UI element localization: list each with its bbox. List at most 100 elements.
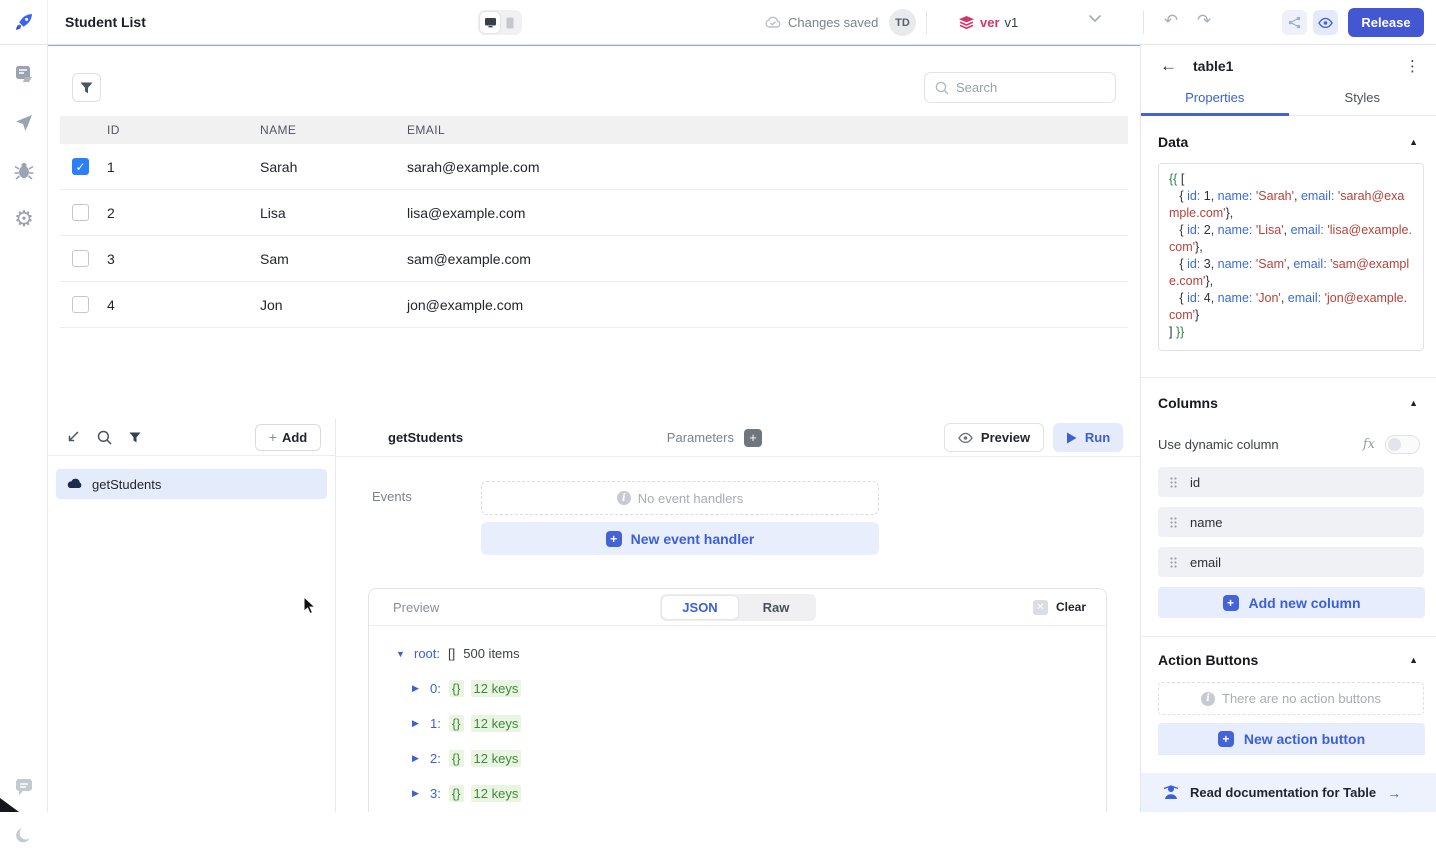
undo-icon[interactable]: ↶	[1156, 6, 1186, 36]
table-search[interactable]	[924, 72, 1116, 103]
filter-queries-icon[interactable]	[129, 432, 141, 443]
json-count: 12 keys	[471, 715, 522, 732]
gear-icon[interactable]: ⚙	[0, 202, 48, 236]
cursor-tool-icon[interactable]	[0, 106, 48, 140]
json-tree-item[interactable]: ▶1:{}12 keys	[412, 713, 1106, 734]
table-row[interactable]: ✓1Sarahsarah@example.com	[60, 144, 1128, 190]
add-parameter-button[interactable]: +	[744, 429, 762, 447]
arrow-right-icon: →	[1387, 785, 1401, 801]
json-count: 500 items	[463, 646, 519, 661]
preview-query-button[interactable]: Preview	[944, 423, 1044, 452]
collapse-caret-icon[interactable]: ▲	[1409, 398, 1418, 408]
person-docs-icon	[1163, 785, 1179, 800]
row-checkbox[interactable]	[72, 296, 89, 313]
action-buttons-section-header: Action Buttons ▲	[1141, 652, 1436, 668]
tab-properties[interactable]: Properties	[1141, 87, 1289, 115]
add-query-button[interactable]: + Add	[255, 424, 321, 451]
dynamic-column-toggle[interactable]	[1385, 435, 1420, 454]
query-list-panel: + Add getStudents	[48, 419, 336, 812]
json-count: 12 keys	[471, 750, 522, 767]
tab-raw[interactable]: Raw	[738, 596, 814, 619]
preview-app-button[interactable]	[1313, 10, 1338, 35]
caret-down-icon[interactable]: ▼	[396, 649, 406, 659]
data-section-title: Data	[1158, 134, 1188, 150]
redo-icon[interactable]: ↷	[1189, 6, 1219, 36]
caret-right-icon[interactable]: ▶	[412, 753, 422, 764]
fx-icon[interactable]: fx	[1363, 437, 1375, 452]
new-event-handler-button[interactable]: + New event handler	[481, 522, 879, 555]
search-queries-icon[interactable]	[97, 430, 112, 445]
collapse-icon[interactable]	[66, 430, 80, 444]
table-header-id[interactable]: ID	[107, 123, 260, 137]
back-icon[interactable]: ←	[1160, 56, 1177, 76]
column-item-id[interactable]: id	[1158, 467, 1424, 497]
table-data-input[interactable]: {{ [ { id: 1, name: 'Sarah', email: 'sar…	[1158, 163, 1424, 351]
json-tree-root[interactable]: ▼root:[]500 items	[396, 643, 1106, 664]
query-name[interactable]: getStudents	[388, 430, 463, 445]
version-value: v1	[1005, 15, 1019, 30]
row-checkbox-cell	[60, 204, 107, 221]
app-logo[interactable]	[0, 0, 48, 45]
device-toggle[interactable]	[478, 10, 522, 35]
json-bracket: {}	[449, 785, 464, 802]
table-filter-button[interactable]	[72, 73, 101, 102]
share-button[interactable]	[1282, 10, 1307, 35]
columns-section-header: Columns ▲	[1141, 395, 1436, 411]
save-status-label: Changes saved	[788, 15, 878, 30]
clear-response-button[interactable]: ✕ Clear	[1033, 600, 1086, 615]
json-tree-item[interactable]: ▶3:{}12 keys	[412, 783, 1106, 804]
collapse-caret-icon[interactable]: ▲	[1409, 137, 1418, 147]
columns-section-title: Columns	[1158, 395, 1218, 411]
left-rail: ⚙	[0, 45, 48, 812]
collapse-caret-icon[interactable]: ▲	[1409, 655, 1418, 665]
row-checkbox[interactable]: ✓	[72, 158, 89, 175]
table-header-name[interactable]: NAME	[260, 123, 407, 137]
version-selector[interactable]: ver v1	[958, 0, 1018, 45]
page-title: Student List	[65, 14, 146, 30]
grip-icon[interactable]	[1170, 477, 1177, 488]
column-item-label: email	[1190, 555, 1221, 570]
mobile-toggle[interactable]	[500, 12, 520, 33]
json-tree-item[interactable]: ▶0:{}12 keys	[412, 678, 1106, 699]
bug-icon[interactable]	[0, 154, 48, 188]
widget-name[interactable]: table1	[1193, 58, 1233, 74]
avatar[interactable]: TD	[889, 9, 916, 36]
run-query-button[interactable]: Run	[1053, 423, 1123, 452]
query-list-item[interactable]: getStudents	[56, 469, 327, 499]
grip-icon[interactable]	[1170, 557, 1177, 568]
table-row[interactable]: 3Samsam@example.com	[60, 236, 1128, 282]
caret-right-icon[interactable]: ▶	[412, 683, 422, 694]
tab-styles[interactable]: Styles	[1289, 87, 1436, 115]
grip-icon[interactable]	[1170, 517, 1177, 528]
share-icon	[1288, 16, 1301, 29]
search-input[interactable]	[956, 80, 1096, 95]
table-row[interactable]: 4Jonjon@example.com	[60, 282, 1128, 328]
release-button[interactable]: Release	[1348, 8, 1424, 37]
table-header-email[interactable]: EMAIL	[407, 123, 1128, 137]
code-line: ] }}	[1169, 324, 1413, 341]
column-item-email[interactable]: email	[1158, 547, 1424, 577]
chevron-down-icon[interactable]	[1088, 14, 1102, 23]
column-item-label: id	[1190, 475, 1200, 490]
desktop-toggle[interactable]	[480, 12, 500, 33]
add-new-column-button[interactable]: + Add new column	[1158, 587, 1425, 618]
caret-right-icon[interactable]: ▶	[412, 788, 422, 799]
row-checkbox-cell	[60, 296, 107, 313]
add-query-label: Add	[282, 430, 307, 445]
new-action-button[interactable]: + New action button	[1158, 723, 1425, 755]
caret-right-icon[interactable]: ▶	[412, 718, 422, 729]
tab-json[interactable]: JSON	[662, 596, 738, 619]
moon-icon[interactable]	[0, 819, 48, 853]
column-item-name[interactable]: name	[1158, 507, 1424, 537]
json-tree-item[interactable]: ▶2:{}12 keys	[412, 748, 1106, 769]
table-row[interactable]: 2Lisalisa@example.com	[60, 190, 1128, 236]
property-pane-tabs: Properties Styles	[1141, 87, 1436, 116]
json-bracket: {}	[449, 680, 464, 697]
more-options-icon[interactable]: ⋮	[1405, 57, 1420, 75]
filter-icon	[80, 82, 93, 94]
new-event-handler-label: New event handler	[631, 531, 755, 547]
row-checkbox[interactable]	[72, 250, 89, 267]
row-checkbox[interactable]	[72, 204, 89, 221]
docs-link[interactable]: Read documentation for Table →	[1141, 773, 1436, 812]
pages-icon[interactable]	[0, 58, 48, 92]
